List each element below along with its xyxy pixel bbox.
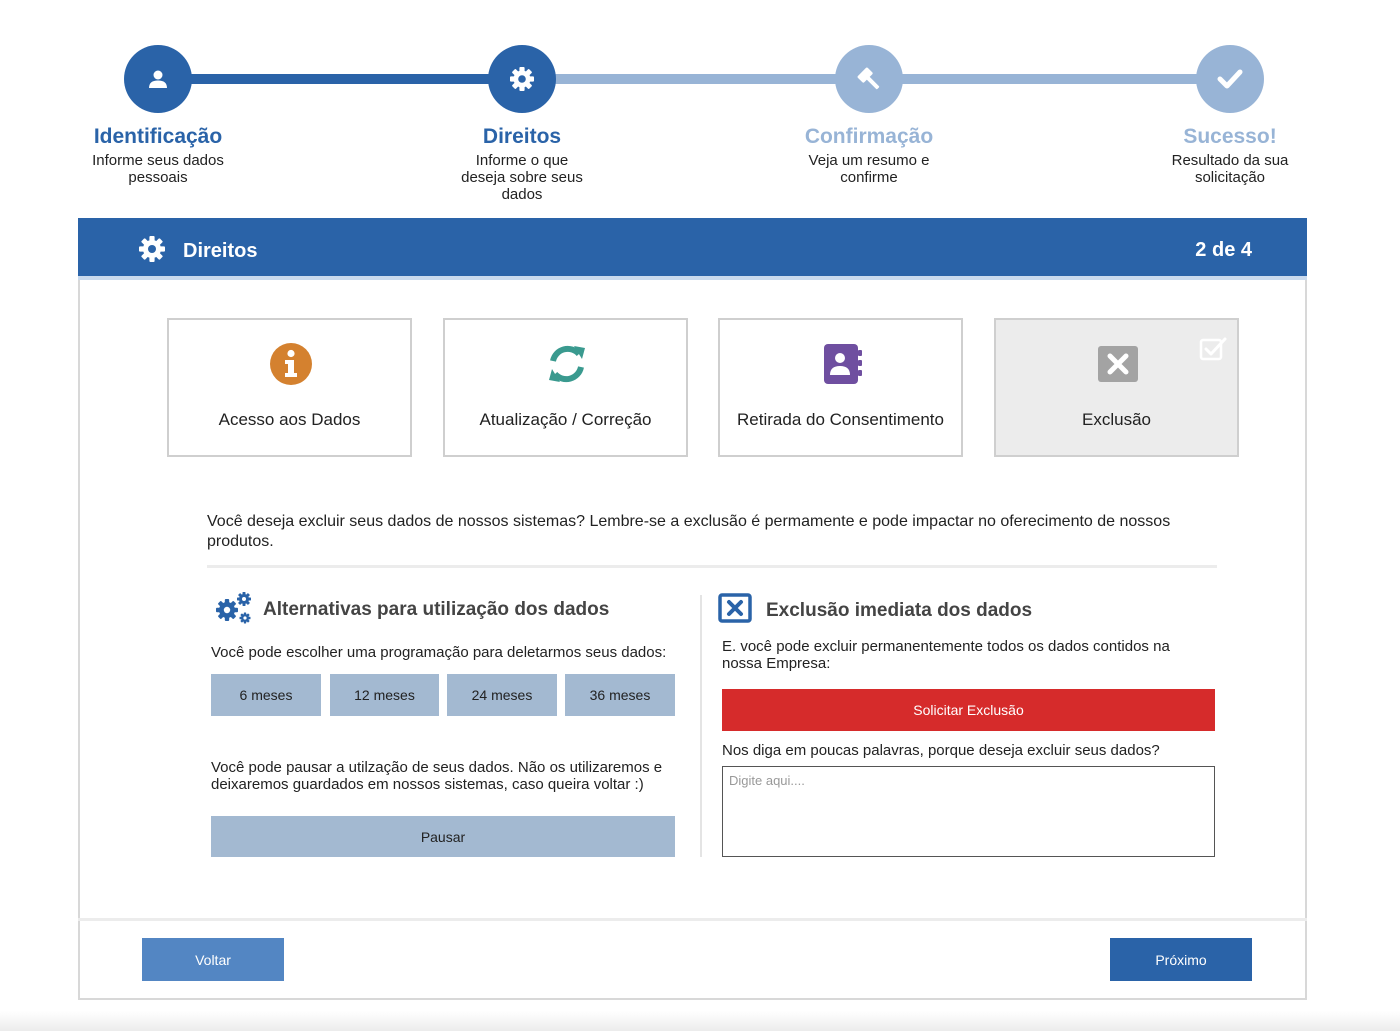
schedule-text: Você pode escolher uma programação para … — [211, 644, 667, 661]
option-label: Retirada do Consentimento — [737, 410, 944, 429]
step-title: Direitos — [482, 125, 562, 148]
option-acesso-aos-dados[interactable]: Acesso aos Dados — [167, 318, 412, 457]
step-description: Veja um resumo e confirme — [808, 152, 930, 186]
step-confirmacao: Confirmação Veja um resumo e confirme — [779, 45, 959, 186]
close-box-icon — [718, 593, 752, 623]
option-label: Acesso aos Dados — [218, 410, 361, 429]
gears-icon — [216, 592, 251, 624]
schedule-36-months-button[interactable]: 36 meses — [565, 674, 675, 716]
gear-icon — [139, 236, 165, 262]
step-identificacao: Identificação Informe seus dados pessoai… — [68, 45, 248, 186]
request-deletion-button[interactable]: Solicitar Exclusão — [722, 689, 1215, 731]
user-icon — [124, 45, 192, 113]
deletion-text: E. você pode excluir permanentemente tod… — [722, 638, 1170, 672]
pause-button[interactable]: Pausar — [211, 816, 675, 857]
close-box-icon — [1098, 346, 1138, 382]
deletion-title: Exclusão imediata dos dados — [766, 600, 1033, 621]
step-counter: 2 de 4 — [1195, 239, 1252, 261]
section-divider — [207, 565, 1217, 568]
option-label: Atualização / Correção — [479, 410, 652, 429]
address-book-icon — [824, 344, 862, 384]
reason-label: Nos diga em poucas palavras, porque dese… — [722, 742, 1160, 759]
step-sucesso: Sucesso! Resultado da sua solicitação — [1140, 45, 1320, 186]
window-bottom-edge — [0, 1011, 1400, 1031]
step-description: Informe o que deseja sobre seus dados — [461, 152, 583, 203]
deletion-intro-text: Você deseja excluir seus dados de nossos… — [207, 513, 1171, 550]
reason-input[interactable] — [722, 766, 1215, 857]
footer-divider — [78, 918, 1307, 921]
check-icon — [1196, 45, 1264, 113]
step-title: Sucesso! — [1183, 125, 1277, 148]
gavel-icon — [835, 45, 903, 113]
schedule-12-months-button[interactable]: 12 meses — [330, 674, 439, 716]
progress-stepper: Identificação Informe seus dados pessoai… — [0, 0, 1400, 215]
selected-check-icon — [1199, 337, 1227, 361]
step-direitos: Direitos Informe o que deseja sobre seus… — [432, 45, 612, 203]
next-button[interactable]: Próximo — [1110, 938, 1252, 981]
schedule-24-months-button[interactable]: 24 meses — [447, 674, 557, 716]
option-atualizacao-correcao[interactable]: Atualização / Correção — [443, 318, 688, 457]
rights-card: Direitos 2 de 4 Acesso aos Dados Atualiz… — [78, 218, 1307, 1000]
back-button[interactable]: Voltar — [142, 938, 284, 981]
step-title: Identificação — [93, 125, 223, 148]
gear-icon — [488, 45, 556, 113]
info-icon — [270, 343, 312, 385]
pause-text: Você pode pausar a utilzação de seus dad… — [211, 759, 663, 793]
option-retirada-consentimento[interactable]: Retirada do Consentimento — [718, 318, 963, 457]
option-exclusao[interactable]: Exclusão — [994, 318, 1239, 457]
step-description: Resultado da sua solicitação — [1171, 152, 1289, 186]
step-description: Informe seus dados pessoais — [92, 152, 224, 186]
column-divider — [700, 595, 702, 857]
step-title: Confirmação — [804, 125, 934, 148]
card-title: Direitos — [183, 240, 258, 262]
schedule-6-months-button[interactable]: 6 meses — [211, 674, 321, 716]
option-label: Exclusão — [1082, 410, 1151, 429]
card-header: Direitos 2 de 4 — [78, 218, 1307, 280]
refresh-icon — [549, 345, 585, 383]
alternatives-title: Alternativas para utilização dos dados — [263, 599, 610, 620]
